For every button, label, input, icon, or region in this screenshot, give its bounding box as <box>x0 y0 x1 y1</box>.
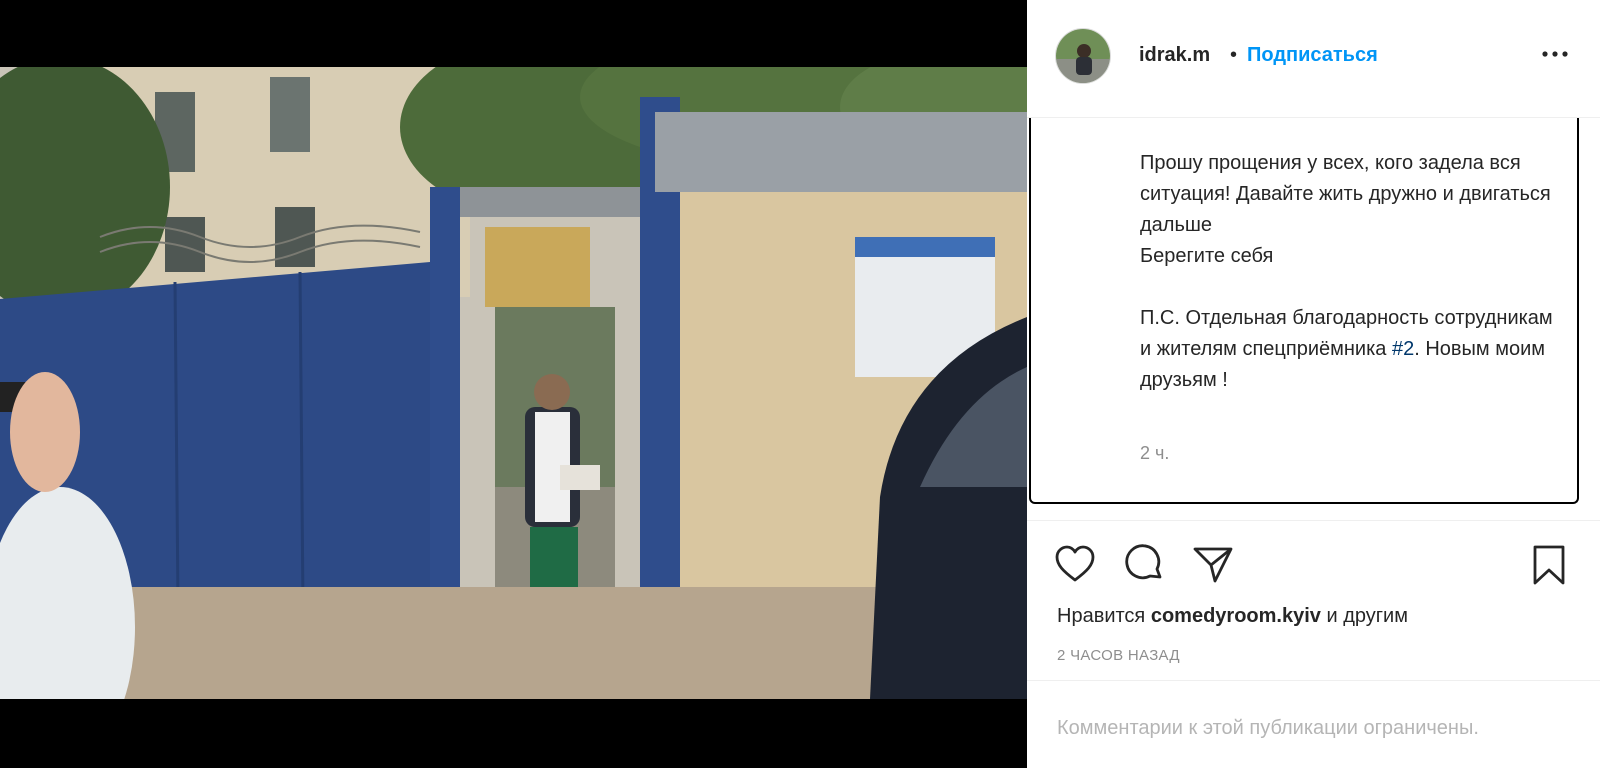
avatar[interactable] <box>1055 28 1111 84</box>
share-icon[interactable] <box>1191 543 1235 587</box>
post-header: idrak.m • Подписаться <box>1027 0 1600 118</box>
post-media[interactable] <box>0 0 1027 768</box>
post-actions: Нравится comedyroom.kyiv и другим 2 ЧАСО… <box>1027 520 1600 680</box>
post-photo[interactable] <box>0 67 1027 699</box>
caption-timestamp: 2 ч. <box>1140 443 1170 463</box>
likes-summary: Нравится comedyroom.kyiv и другим <box>1057 605 1408 628</box>
post-sidebar: idrak.m • Подписаться Прошу прощения у в… <box>1027 0 1600 768</box>
more-options-icon[interactable] <box>1540 42 1570 66</box>
caption-body: Прошу прощения у всех, кого задела вся с… <box>1140 152 1553 360</box>
likes-prefix: Нравится <box>1057 605 1146 627</box>
post-viewer: idrak.m • Подписаться Прошу прощения у в… <box>0 0 1600 768</box>
comments-disabled-note: Комментарии к этой публикации ограничены… <box>1057 717 1479 739</box>
follow-button[interactable]: Подписаться <box>1247 44 1378 67</box>
username-link[interactable]: idrak.m <box>1139 44 1210 67</box>
separator-dot: • <box>1230 44 1238 66</box>
heart-icon[interactable] <box>1053 543 1097 587</box>
post-timestamp[interactable]: 2 ЧАСОВ НАЗАД <box>1057 647 1180 664</box>
caption-text: Прошу прощения у всех, кого задела вся с… <box>1140 148 1560 396</box>
caption-container: Прошу прощения у всех, кого задела вся с… <box>1029 118 1579 504</box>
bookmark-icon[interactable] <box>1527 543 1571 587</box>
likes-suffix[interactable]: и другим <box>1326 605 1408 627</box>
hashtag-link[interactable]: #2 <box>1392 338 1414 360</box>
comments-section: Комментарии к этой публикации ограничены… <box>1027 680 1600 768</box>
comment-icon[interactable] <box>1122 543 1166 587</box>
likes-user-link[interactable]: comedyroom.kyiv <box>1151 605 1321 627</box>
